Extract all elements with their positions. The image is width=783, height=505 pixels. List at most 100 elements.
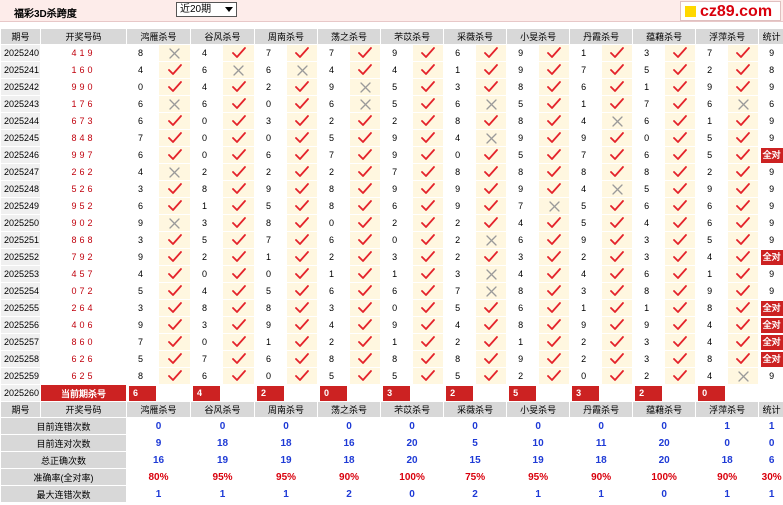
kill-number-cell: 2 — [254, 78, 288, 96]
stats-value: 0 — [317, 417, 382, 435]
stats-value: 0 — [632, 417, 697, 435]
kill-number-cell: 2 — [632, 367, 666, 385]
correct-check-icon — [349, 248, 382, 266]
correct-check-icon — [727, 282, 760, 300]
kill-number-cell: 5 — [443, 367, 477, 385]
kill-number-cell: 3 — [126, 231, 159, 249]
kill-number-cell: 9 — [380, 129, 414, 147]
kill-number-cell: 7 — [317, 44, 351, 62]
correct-check-icon — [664, 350, 697, 368]
kill-number-cell: 3 — [190, 214, 224, 232]
correct-check-icon — [157, 112, 192, 130]
stats-value: 1 — [125, 485, 192, 503]
correct-check-icon — [664, 95, 697, 113]
correct-check-icon — [286, 78, 319, 96]
kill-number-cell: 5 — [190, 231, 224, 249]
table-row: 2025259 625 8 6 0 5 5 5 2 0 2 4 9 — [0, 367, 783, 385]
correct-check-icon — [412, 367, 445, 385]
kill-number-cell: 2 — [569, 350, 603, 368]
kill-number-cell: 9 — [695, 180, 729, 198]
kill-number-cell: 1 — [254, 248, 288, 266]
current-kill-number: 5 — [509, 385, 537, 401]
stats-value: 0 — [569, 417, 634, 435]
correct-check-icon — [475, 214, 508, 232]
empty-cell — [727, 384, 760, 402]
correct-check-icon — [412, 350, 445, 368]
stats-value: 16 — [317, 434, 382, 452]
stats-value: 95% — [506, 468, 571, 486]
stats-value: 20 — [632, 451, 697, 469]
period-cell: 2025243 — [0, 95, 41, 113]
table-row: 2025251 868 3 5 7 6 0 2 6 9 3 5 9 — [0, 231, 783, 249]
header-period: 期号 — [0, 28, 41, 45]
stats-value: 100% — [632, 468, 697, 486]
correct-check-icon — [727, 129, 760, 147]
current-kill-number: 3 — [572, 385, 600, 401]
stats-value: 5 — [443, 434, 508, 452]
table-row: 2025254 072 5 4 5 6 6 7 8 3 8 9 9 — [0, 282, 783, 300]
header-expert: 采薇杀号 — [443, 28, 508, 45]
kill-number-cell: 2 — [569, 333, 603, 351]
kill-number-cell: 9 — [569, 316, 603, 334]
table-row: 2025242 990 0 4 2 9 5 3 8 6 1 9 9 — [0, 78, 783, 96]
kill-number-cell: 9 — [695, 78, 729, 96]
kill-number-cell: 2 — [443, 214, 477, 232]
kill-number-cell: 7 — [380, 163, 414, 181]
kill-number-cell: 8 — [190, 180, 224, 198]
header-expert: 鸿雁杀号 — [125, 28, 192, 45]
stat-cell: 全对 — [758, 333, 783, 351]
stats-value: 16 — [125, 451, 192, 469]
correct-check-icon — [475, 163, 508, 181]
period-cell: 2025255 — [0, 299, 41, 317]
correct-check-icon — [349, 44, 382, 62]
table-row: 2025248 526 3 8 9 8 9 9 9 4 5 9 9 — [0, 180, 783, 198]
kill-number-cell: 8 — [126, 44, 159, 62]
stats-value: 9 — [125, 434, 192, 452]
stats-value: 2 — [317, 485, 382, 503]
kill-number-cell: 9 — [317, 78, 351, 96]
kill-number-cell: 3 — [632, 44, 666, 62]
stats-value: 20 — [380, 434, 445, 452]
correct-check-icon — [222, 333, 256, 351]
correct-check-icon — [157, 197, 192, 215]
kill-number-cell: 5 — [254, 197, 288, 215]
draw-number-cell: 419 — [40, 44, 127, 62]
kill-number-cell: 5 — [569, 214, 603, 232]
period-range-select[interactable]: 近20期 — [176, 2, 237, 17]
correct-check-icon — [157, 282, 192, 300]
current-kill-number: 2 — [635, 385, 663, 401]
stats-value: 90% — [317, 468, 382, 486]
correct-check-icon — [286, 350, 319, 368]
correct-check-icon — [664, 163, 697, 181]
correct-check-icon — [538, 129, 571, 147]
kill-number-cell: 9 — [380, 316, 414, 334]
kill-number-cell: 6 — [569, 78, 603, 96]
correct-check-icon — [349, 367, 382, 385]
correct-check-icon — [538, 282, 571, 300]
draw-number-cell: 160 — [40, 61, 127, 79]
correct-check-icon — [538, 333, 571, 351]
kill-number-cell: 2 — [695, 163, 729, 181]
correct-check-icon — [601, 333, 634, 351]
site-logo[interactable]: cz89.com — [680, 1, 781, 21]
kill-number-cell: 3 — [380, 248, 414, 266]
kill-number-cell: 4 — [569, 112, 603, 130]
kill-number-cell: 8 — [506, 112, 540, 130]
correct-check-icon — [157, 350, 192, 368]
correct-check-icon — [538, 367, 571, 385]
stats-label: 总正确次数 — [0, 451, 127, 469]
stats-value: 20 — [632, 434, 697, 452]
stats-value: 0 — [380, 417, 445, 435]
correct-check-icon — [222, 367, 256, 385]
correct-check-icon — [349, 231, 382, 249]
correct-check-icon — [349, 197, 382, 215]
kill-number-cell: 2 — [506, 367, 540, 385]
correct-check-icon — [601, 299, 634, 317]
kill-number-cell: 9 — [506, 61, 540, 79]
stats-value: 0 — [758, 434, 783, 452]
correct-check-icon — [157, 367, 192, 385]
kill-number-cell: 1 — [317, 265, 351, 283]
top-bar: 福彩3D杀跨度 近20期 cz89.com — [0, 0, 783, 22]
stats-value: 1 — [506, 485, 571, 503]
correct-check-icon — [412, 333, 445, 351]
